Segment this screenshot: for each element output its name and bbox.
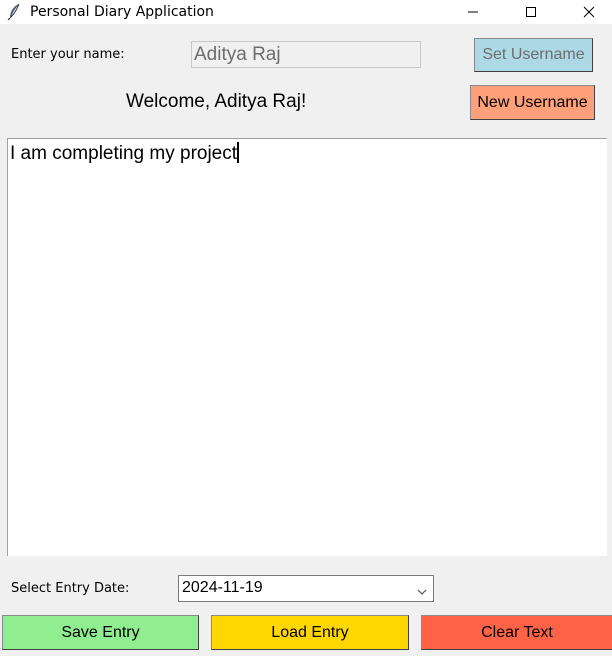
minimize-button[interactable] (450, 0, 496, 24)
set-username-button[interactable]: Set Username (474, 38, 593, 72)
name-label: Enter your name: (11, 47, 125, 62)
close-icon (583, 3, 595, 22)
maximize-button[interactable] (508, 0, 554, 24)
entry-date-select[interactable]: 2024-11-19 (178, 575, 434, 602)
clear-text-button[interactable]: Clear Text (421, 615, 612, 650)
chevron-down-icon[interactable] (416, 583, 428, 595)
new-username-button[interactable]: New Username (470, 85, 595, 120)
username-input[interactable] (191, 41, 421, 68)
diary-text-content: I am completing my project (10, 143, 238, 164)
date-label: Select Entry Date: (11, 581, 130, 596)
welcome-message: Welcome, Aditya Raj! (126, 91, 307, 112)
text-cursor (237, 142, 240, 163)
title-bar[interactable]: Personal Diary Application (0, 0, 612, 24)
maximize-icon (525, 3, 537, 22)
save-entry-button[interactable]: Save Entry (2, 615, 199, 650)
selected-date: 2024-11-19 (182, 579, 263, 596)
diary-text-area[interactable]: I am completing my project (7, 138, 607, 556)
minimize-icon (467, 3, 479, 22)
window-title: Personal Diary Application (30, 4, 214, 20)
close-button[interactable] (566, 0, 612, 24)
feather-icon (7, 3, 21, 21)
load-entry-button[interactable]: Load Entry (211, 615, 409, 650)
diary-window: Personal Diary Application Enter your na… (0, 0, 612, 656)
